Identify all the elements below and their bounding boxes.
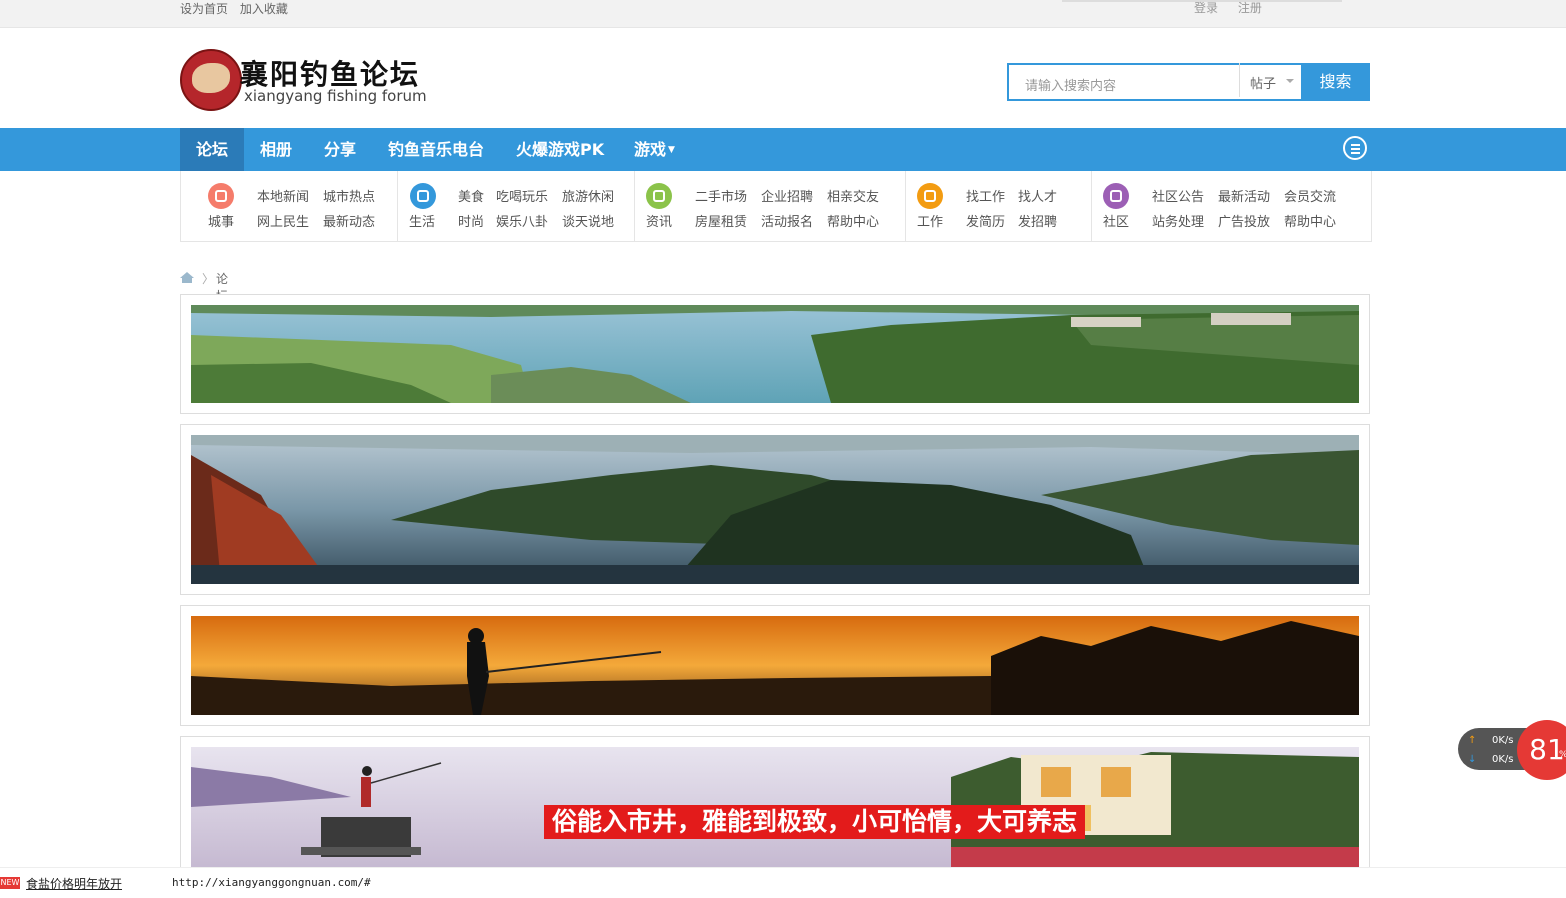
list-icon: [917, 183, 943, 209]
quick-link[interactable]: 会员交流: [1284, 186, 1336, 205]
nav-item-album[interactable]: 相册: [260, 128, 292, 171]
banner-2[interactable]: [180, 424, 1370, 595]
percent-sign: %: [1559, 750, 1566, 760]
tools-icon: [1103, 183, 1129, 209]
quick-link[interactable]: 最新动态: [323, 211, 375, 230]
network-speed-widget[interactable]: ↑ 0K/s ↓ 0K/s 81 %: [1458, 720, 1566, 780]
search-placeholder: 请输入搜索内容: [1025, 79, 1117, 94]
banner-3[interactable]: [180, 605, 1370, 726]
nav-item-games-label: 游戏: [634, 140, 667, 159]
news-ticker-link[interactable]: 食盐价格明年放开: [26, 875, 122, 892]
quick-link[interactable]: 二手市场: [695, 186, 747, 205]
logo-subtitle: xiangyang fishing forum: [244, 87, 427, 105]
quick-link[interactable]: 社区公告: [1152, 186, 1204, 205]
main-nav: 论坛 相册 分享 钓鱼音乐电台 火爆游戏PK 游戏 ▼: [0, 128, 1566, 171]
quick-link[interactable]: 娱乐八卦: [496, 211, 548, 230]
quick-link[interactable]: 帮助中心: [827, 211, 879, 230]
quick-link[interactable]: 旅游休闲: [562, 186, 614, 205]
login-link[interactable]: 登录: [1194, 1, 1218, 15]
quick-group-community: 社区 社区公告 最新活动 会员交流 站务处理 广告投放 帮助中心: [1091, 171, 1371, 241]
banner-4[interactable]: 俗能入市井，雅能到极致，小可怡情，大可养志: [180, 736, 1370, 877]
quick-link[interactable]: 美食: [458, 186, 484, 205]
quick-link[interactable]: 企业招聘: [761, 186, 813, 205]
nav-item-share[interactable]: 分享: [324, 128, 356, 171]
quick-link[interactable]: 相亲交友: [827, 186, 879, 205]
quick-group-info: 资讯 二手市场 企业招聘 相亲交友 房屋租赁 活动报名 帮助中心: [634, 171, 906, 241]
logo-emblem: [180, 49, 242, 111]
nav-item-radio[interactable]: 钓鱼音乐电台: [388, 128, 484, 171]
top-right-links: 登录 注册: [1194, 0, 1278, 16]
document-icon: [646, 183, 672, 209]
site-logo[interactable]: 襄阳钓鱼论坛 xiangyang fishing forum: [180, 49, 430, 111]
register-link[interactable]: 注册: [1238, 1, 1262, 15]
tv-icon: [410, 183, 436, 209]
quick-link[interactable]: 站务处理: [1152, 211, 1204, 230]
top-left-links: 设为首页 加入收藏: [180, 0, 296, 17]
quick-link[interactable]: 城市热点: [323, 186, 375, 205]
breadcrumb-separator: 〉: [202, 272, 215, 286]
quick-group-city: 城事 本地新闻 城市热点 网上民生 最新动态: [181, 171, 398, 241]
slogan-banner-image: 俗能入市井，雅能到极致，小可怡情，大可养志: [191, 747, 1359, 877]
quick-link[interactable]: 帮助中心: [1284, 211, 1336, 230]
quick-link[interactable]: 发招聘: [1018, 211, 1057, 230]
download-arrow-icon: ↓: [1468, 754, 1477, 765]
status-url: http://xiangyanggongnuan.com/#: [172, 876, 371, 889]
quick-label[interactable]: 社区: [1103, 211, 1129, 230]
quick-link[interactable]: 发简历: [966, 211, 1005, 230]
quick-link[interactable]: 时尚: [458, 211, 484, 230]
quick-links-panel: 城事 本地新闻 城市热点 网上民生 最新动态 生活 美食 吃喝玩乐 旅游休闲 时…: [180, 171, 1372, 242]
search-type-select[interactable]: 帖子: [1239, 63, 1300, 97]
new-badge: NEW: [0, 877, 20, 889]
sunset-angler-image: [191, 616, 1359, 715]
quick-link[interactable]: 广告投放: [1218, 211, 1270, 230]
quick-link[interactable]: 找工作: [966, 186, 1005, 205]
banner-slogan: 俗能入市井，雅能到极致，小可怡情，大可养志: [544, 805, 1086, 839]
quick-link[interactable]: 谈天说地: [562, 211, 614, 230]
quick-label[interactable]: 工作: [917, 211, 943, 230]
status-bar: NEW 食盐价格明年放开 http://xiangyanggongnuan.co…: [0, 867, 1566, 898]
caret-down-icon: ▼: [668, 145, 675, 155]
quick-link[interactable]: 本地新闻: [257, 186, 309, 205]
upload-arrow-icon: ↑: [1468, 735, 1477, 746]
search-bar: 请输入搜索内容 帖子 搜索: [1007, 63, 1370, 101]
nav-item-games[interactable]: 游戏 ▼: [634, 128, 675, 171]
chevron-down-icon: [1286, 79, 1294, 83]
quick-link[interactable]: 房屋租赁: [695, 211, 747, 230]
quick-group-work: 工作 找工作 找人才 发简历 发招聘: [905, 171, 1092, 241]
lake-dam-image: [191, 305, 1359, 403]
home-icon[interactable]: [180, 272, 194, 283]
upload-speed: 0K/s: [1492, 735, 1514, 746]
city-icon: [208, 183, 234, 209]
search-button[interactable]: 搜索: [1301, 63, 1370, 101]
quick-label[interactable]: 资讯: [646, 211, 672, 230]
list-menu-icon[interactable]: [1343, 136, 1367, 160]
download-speed: 0K/s: [1492, 754, 1514, 765]
quick-label[interactable]: 生活: [409, 211, 435, 230]
set-homepage-link[interactable]: 设为首页: [180, 2, 228, 16]
quick-link[interactable]: 网上民生: [257, 211, 309, 230]
quick-link[interactable]: 找人才: [1018, 186, 1057, 205]
quick-label[interactable]: 城事: [208, 211, 234, 230]
lake-islands-image: [191, 435, 1359, 584]
nav-item-games-pk[interactable]: 火爆游戏PK: [516, 128, 604, 171]
quick-group-life: 生活 美食 吃喝玩乐 旅游休闲 时尚 娱乐八卦 谈天说地: [397, 171, 635, 241]
fish-icon: [192, 63, 230, 93]
top-utility-bar: 设为首页 加入收藏 登录 注册: [0, 0, 1566, 28]
search-type-value: 帖子: [1250, 77, 1277, 92]
quick-link[interactable]: 最新活动: [1218, 186, 1270, 205]
add-favorite-link[interactable]: 加入收藏: [240, 2, 288, 16]
quick-link[interactable]: 活动报名: [761, 211, 813, 230]
quick-link[interactable]: 吃喝玩乐: [496, 186, 548, 205]
banner-1[interactable]: [180, 294, 1370, 414]
nav-item-forum[interactable]: 论坛: [180, 128, 245, 171]
